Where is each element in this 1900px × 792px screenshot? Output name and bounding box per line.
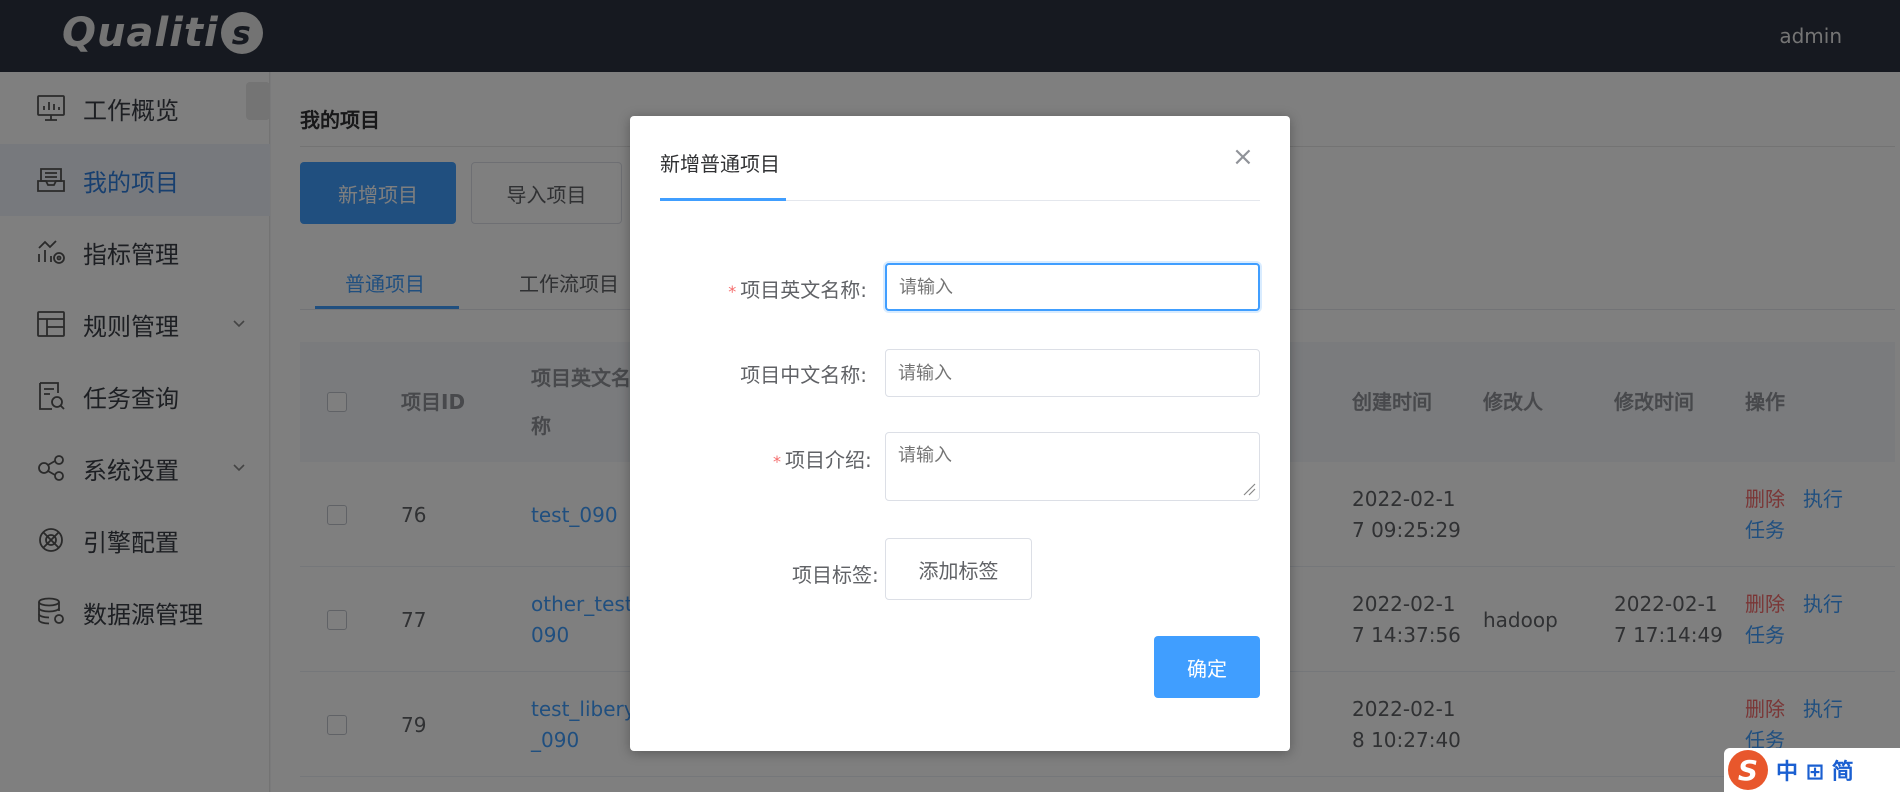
required-mark: * <box>728 282 737 301</box>
project-en-name-input[interactable] <box>885 263 1260 311</box>
en-name-label-text: 项目英文名称: <box>740 278 867 302</box>
close-icon[interactable]: × <box>1232 144 1254 170</box>
ime-logo-icon: S <box>1728 750 1768 790</box>
ime-mode-text: 中 ⊞ 简 <box>1776 760 1854 785</box>
en-name-label: * 项目英文名称: <box>660 274 867 303</box>
confirm-button[interactable]: 确定 <box>1154 636 1260 698</box>
cn-name-label: 项目中文名称: <box>740 363 867 387</box>
ime-toolbar[interactable]: S 中 ⊞ 简 <box>1724 748 1900 792</box>
dialog-title-indicator <box>660 198 786 201</box>
tags-label: 项目标签: <box>792 563 879 587</box>
resize-grip-icon[interactable] <box>1242 482 1256 496</box>
required-mark: * <box>773 452 781 471</box>
dialog-title: 新增普通项目 <box>660 152 780 176</box>
project-cn-name-input[interactable] <box>885 349 1260 397</box>
project-intro-textarea[interactable] <box>885 432 1260 501</box>
intro-label-text: 项目介绍: <box>785 448 872 472</box>
new-project-dialog: 新增普通项目 × *项目英文名称: 项目中文名称: *项目介绍: 项目标签: 添… <box>630 116 1290 751</box>
add-tag-button[interactable]: 添加标签 <box>885 538 1032 600</box>
intro-label: * 项目介绍: <box>660 444 885 473</box>
